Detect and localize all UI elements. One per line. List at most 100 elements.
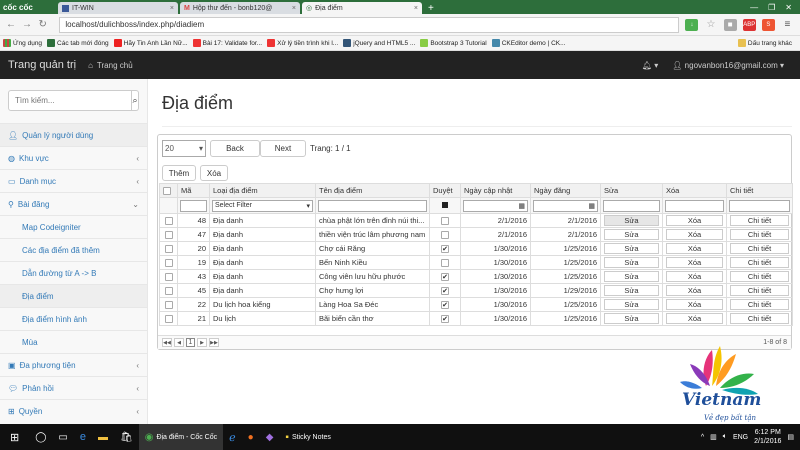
table-row[interactable]: 45Địa danhChợ hưng lợi 1/30/20161/29/2016… bbox=[159, 283, 793, 298]
home-link[interactable]: ⌂ Trang chủ bbox=[88, 61, 133, 70]
detail-button[interactable]: Chi tiết bbox=[730, 271, 789, 282]
vs-icon[interactable]: ◆ bbox=[260, 424, 280, 450]
bookmark-other[interactable]: Dấu trang khác bbox=[737, 39, 792, 47]
minimize-icon[interactable]: — bbox=[750, 3, 758, 12]
bookmark-jquery[interactable]: jQuery and HTML5 ... bbox=[343, 39, 415, 47]
approved-checkbox[interactable] bbox=[441, 315, 449, 323]
back-button[interactable]: Back bbox=[210, 139, 260, 157]
bookmark-validate[interactable]: Bài 17: Validate for... bbox=[192, 39, 262, 47]
sidebar-subitem-places[interactable]: Địa điểm bbox=[0, 284, 147, 307]
bookmark-xuly[interactable]: Xử lý tiền trình khi l... bbox=[267, 39, 338, 47]
search-button[interactable]: ⌕ bbox=[132, 90, 139, 111]
firefox-icon[interactable]: ● bbox=[242, 424, 260, 450]
edit-button[interactable]: Sửa bbox=[604, 243, 659, 254]
table-row[interactable]: 21Du lịchBãi biển cần thơ 1/30/20161/25/2… bbox=[159, 311, 793, 326]
row-delete-button[interactable]: Xóa bbox=[666, 299, 723, 310]
bookmark-closed-tabs[interactable]: Các tab mới đóng bbox=[47, 39, 109, 47]
store-icon[interactable]: 🛍︎ bbox=[114, 424, 139, 450]
user-menu[interactable]: 👤︎ ngovanbon16@gmail.com ▾ bbox=[672, 61, 784, 70]
sidebar-item-categories[interactable]: ▭ Danh mục ‹ bbox=[0, 169, 147, 192]
approved-checkbox[interactable] bbox=[441, 231, 449, 239]
detail-button[interactable]: Chi tiết bbox=[730, 243, 789, 254]
menu-icon[interactable]: ≡ bbox=[781, 19, 794, 31]
table-row[interactable]: 19 Địa danh Bến Ninh Kiều 1/30/2016 1/25/201… bbox=[159, 255, 793, 270]
col-header[interactable]: Ngày cập nhật bbox=[460, 183, 531, 198]
detail-button[interactable]: Chi tiết bbox=[730, 299, 789, 310]
url-input[interactable]: localhost/dulichboss/index.php/diadiem bbox=[59, 16, 680, 33]
table-row[interactable]: 48 Địa danh chùa phật lớn trên đỉnh núi th… bbox=[159, 213, 793, 228]
sidebar-item-posts[interactable]: ⚲ Bài đăng ⌄ bbox=[0, 192, 147, 215]
new-tab-button[interactable]: + bbox=[424, 3, 438, 14]
id-filter[interactable] bbox=[180, 199, 207, 212]
col-header[interactable]: Xóa bbox=[662, 183, 727, 198]
tab-diadiem[interactable]: ◎ Địa điểm × bbox=[302, 2, 422, 14]
row-checkbox[interactable] bbox=[164, 287, 173, 295]
add-button[interactable]: Thêm bbox=[162, 165, 196, 181]
sidebar-item-media[interactable]: ▣ Đa phương tiện ‹ bbox=[0, 353, 147, 376]
edit-button[interactable]: Sửa bbox=[604, 285, 659, 296]
detail-button[interactable]: Chi tiết bbox=[730, 257, 789, 268]
page-size-select[interactable]: 20 ▾ bbox=[162, 139, 206, 157]
browser-logo[interactable]: cốc cốc bbox=[0, 0, 58, 14]
chevron-up-icon[interactable]: ^ bbox=[701, 434, 704, 441]
table-row[interactable]: 20Địa danhChợ cái Răng 1/30/20161/25/2016… bbox=[159, 241, 793, 256]
approved-filter-icon[interactable] bbox=[442, 202, 448, 208]
table-row[interactable]: 47 Địa danh thiền viện trúc lâm phương nam… bbox=[159, 227, 793, 242]
tab-gmail[interactable]: M Hộp thư đến - bonb120@ × bbox=[180, 2, 300, 14]
next-page-icon[interactable]: ▶ bbox=[197, 338, 207, 347]
approved-checkbox[interactable] bbox=[441, 217, 449, 225]
approved-checkbox[interactable] bbox=[441, 273, 449, 281]
approved-checkbox[interactable] bbox=[441, 245, 449, 253]
row-checkbox[interactable] bbox=[164, 259, 173, 267]
bookmark-ckeditor[interactable]: CKEditor demo | CK... bbox=[491, 39, 566, 47]
col-header[interactable]: Tên địa điểm bbox=[315, 183, 430, 198]
tab-itwin[interactable]: IT-WIN × bbox=[58, 2, 178, 14]
approved-checkbox[interactable] bbox=[441, 301, 449, 309]
brand[interactable]: Trang quản trị bbox=[0, 59, 88, 71]
select-all-header[interactable] bbox=[159, 183, 178, 198]
close-window-icon[interactable]: ✕ bbox=[785, 3, 792, 12]
current-page[interactable]: 1 bbox=[186, 338, 195, 347]
table-row[interactable]: 22Du lịch hoa kiểngLàng Hoa Sa Đéc 1/30/2… bbox=[159, 297, 793, 312]
sidebar-subitem-images[interactable]: Địa điểm hình ảnh bbox=[0, 307, 147, 330]
next-button[interactable]: Next bbox=[260, 139, 306, 157]
detail-button[interactable]: Chi tiết bbox=[730, 285, 789, 296]
forward-arrow-icon[interactable]: → bbox=[22, 19, 32, 30]
edge-icon[interactable]: e bbox=[74, 424, 92, 450]
maximize-icon[interactable]: ❐ bbox=[768, 3, 775, 12]
prev-page-icon[interactable]: ◀ bbox=[174, 338, 184, 347]
last-page-icon[interactable]: ▶▶ bbox=[209, 338, 219, 347]
sidebar-item-permissions[interactable]: ⊞ Quyền ‹ bbox=[0, 399, 147, 422]
windows-start-icon[interactable]: ⊞ bbox=[0, 424, 29, 450]
calendar-icon[interactable]: ▦ bbox=[518, 202, 525, 210]
row-delete-button[interactable]: Xóa bbox=[666, 257, 723, 268]
sidebar-subitem-added[interactable]: Các địa điểm đã thêm bbox=[0, 238, 147, 261]
col-header[interactable]: Sửa bbox=[600, 183, 663, 198]
approved-checkbox[interactable] bbox=[441, 287, 449, 295]
col-header[interactable]: Ngày đăng bbox=[530, 183, 601, 198]
row-checkbox[interactable] bbox=[164, 231, 173, 239]
close-icon[interactable]: × bbox=[414, 5, 418, 12]
calendar-icon[interactable]: ▦ bbox=[588, 202, 595, 210]
edit-button[interactable]: Sửa bbox=[604, 215, 659, 226]
approved-checkbox[interactable] bbox=[441, 259, 449, 267]
edit-button[interactable]: Sửa bbox=[604, 229, 659, 240]
updated-filter[interactable]: ▦ bbox=[463, 199, 528, 212]
col-header[interactable]: Mã bbox=[177, 183, 210, 198]
posted-filter[interactable]: ▦ bbox=[533, 199, 598, 212]
explorer-icon[interactable]: ▬ bbox=[92, 424, 114, 450]
row-delete-button[interactable]: Xóa bbox=[666, 215, 723, 226]
close-icon[interactable]: × bbox=[170, 5, 174, 12]
sidebar-item-regions[interactable]: ◍ Khu vực ‹ bbox=[0, 146, 147, 169]
bookmark-bootstrap[interactable]: Bootstrap 3 Tutorial bbox=[420, 39, 487, 47]
ext-icon[interactable]: ◼ bbox=[723, 18, 737, 31]
name-filter[interactable] bbox=[318, 199, 427, 212]
edit-button[interactable]: Sửa bbox=[604, 257, 659, 268]
detail-button[interactable]: Chi tiết bbox=[730, 215, 789, 226]
row-checkbox[interactable] bbox=[164, 315, 173, 323]
reload-icon[interactable]: ↻ bbox=[38, 19, 47, 30]
adblock-icon[interactable]: ABP bbox=[742, 18, 756, 31]
bookmark-youtube[interactable]: Hãy Tin Anh Lần Nữ... bbox=[113, 39, 188, 47]
type-filter[interactable]: Select Filter ▾ bbox=[212, 199, 313, 212]
sidebar-item-users[interactable]: 👤︎ Quản lý người dùng bbox=[0, 123, 147, 146]
